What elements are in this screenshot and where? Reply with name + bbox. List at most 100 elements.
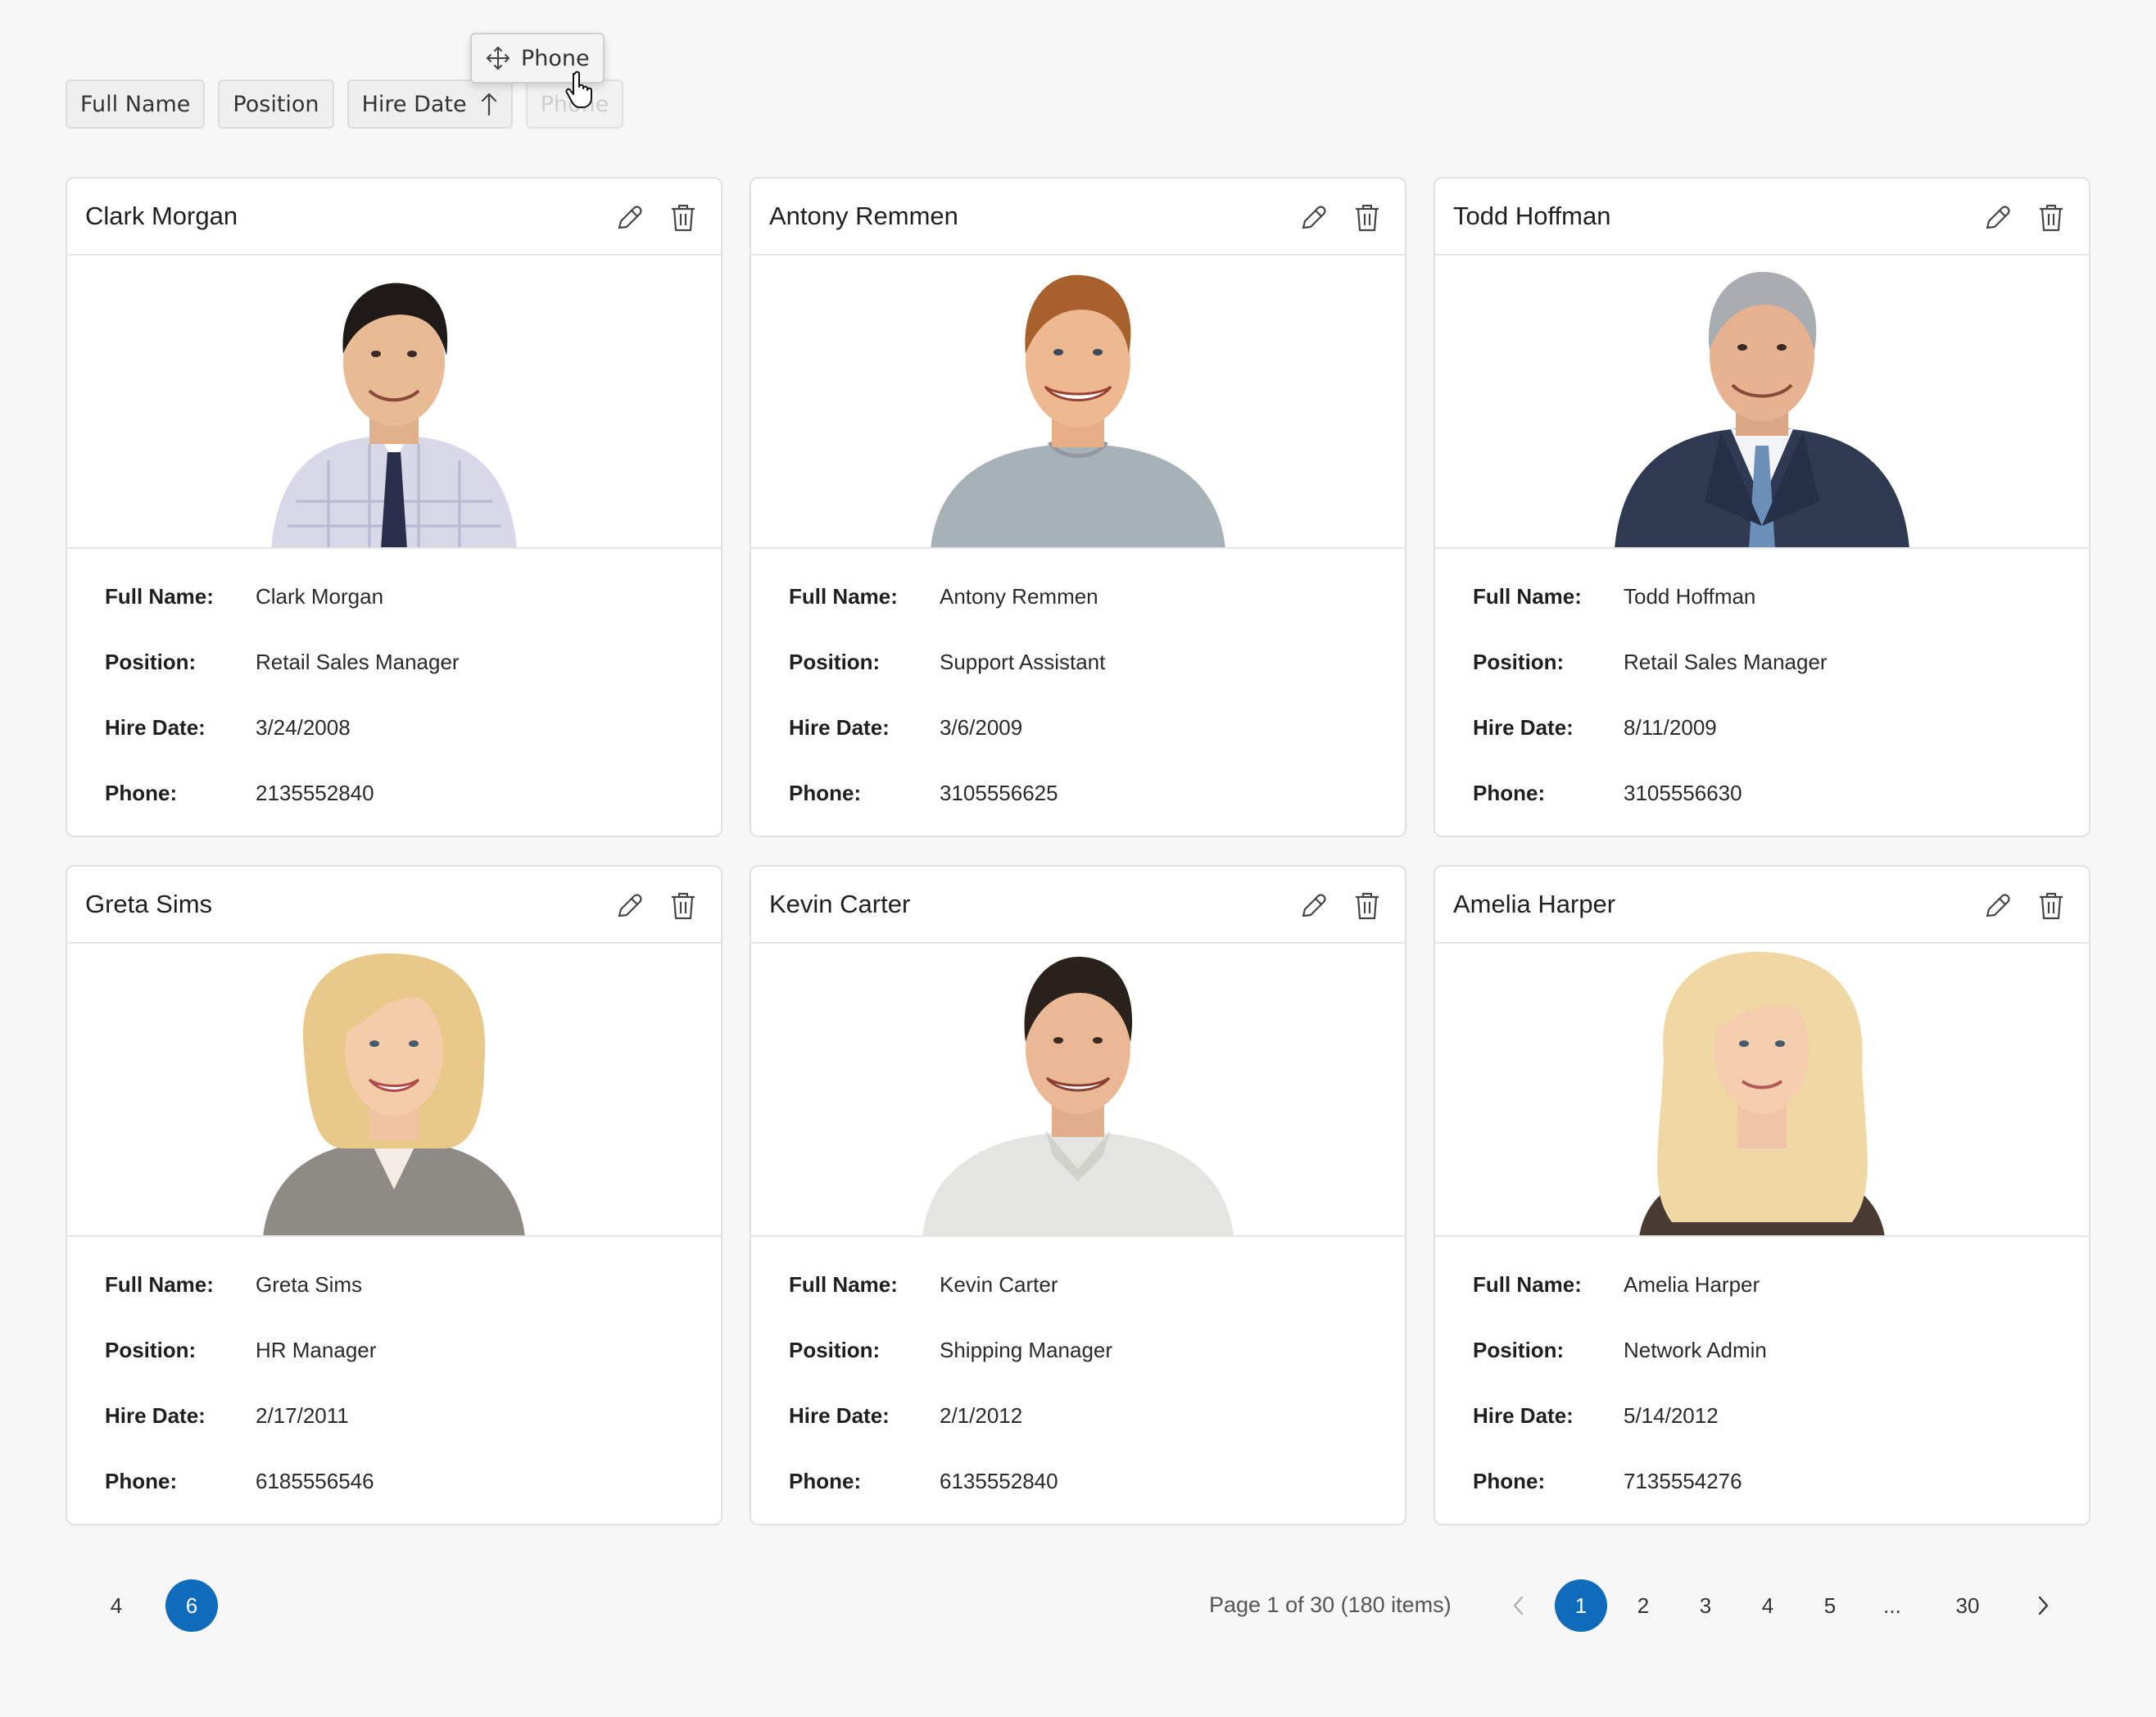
field-row-hire-date: Hire Date: 8/11/2009 [1473,695,2072,760]
field-row-phone: Phone: 6135552840 [789,1448,1388,1514]
field-row-phone: Phone: 6185556546 [105,1448,704,1514]
field-label: Hire Date: [789,714,890,740]
field-label: Hire Date: [105,714,206,740]
page-size-option-6[interactable]: 6 [165,1579,218,1632]
chip-label: Full Name [80,91,191,117]
photo-area [751,256,1405,549]
employee-card: Greta Sims Full Name: Greta Sims Positio… [66,865,722,1525]
field-row-full-name: Full Name: Greta Sims [105,1252,704,1317]
card-title: Antony Remmen [769,202,958,230]
field-row-position: Position: Network Admin [1473,1317,2072,1383]
field-label: Hire Date: [789,1402,890,1428]
delete-icon[interactable] [667,202,700,234]
field-value: 3105556625 [940,780,1058,805]
page-button-3[interactable]: 3 [1679,1579,1732,1632]
move-icon [487,47,510,70]
field-value: 6135552840 [940,1468,1058,1493]
edit-icon[interactable] [613,890,645,922]
edit-icon[interactable] [1981,890,2013,922]
field-value: Clark Morgan [256,583,384,609]
prev-page-button[interactable] [1492,1579,1545,1632]
chevron-right-icon [2038,1596,2049,1615]
field-label: Phone: [105,780,178,805]
field-row-hire-date: Hire Date: 3/6/2009 [789,695,1388,760]
field-value: Retail Sales Manager [256,649,460,674]
page-button-1[interactable]: 1 [1555,1579,1607,1632]
field-row-position: Position: HR Manager [105,1317,704,1383]
delete-icon[interactable] [667,890,700,922]
field-label: Position: [789,1337,881,1362]
employee-photo [922,956,1234,1235]
field-label: Full Name: [105,583,214,609]
field-value: 2/1/2012 [940,1402,1023,1428]
field-row-hire-date: Hire Date: 2/17/2011 [105,1383,704,1448]
employee-card: Kevin Carter Full Name: Kevin Carter Pos… [750,865,1406,1525]
field-value: Network Admin [1624,1337,1767,1362]
chip-label: Phone [521,45,590,71]
card-fields: Full Name: Todd Hoffman Position: Retail… [1473,564,2072,826]
field-label: Full Name: [1473,583,1582,609]
edit-icon[interactable] [1297,890,1329,922]
field-row-position: Position: Retail Sales Manager [105,629,704,695]
field-value: 7135554276 [1624,1468,1742,1493]
page-button-4[interactable]: 4 [1742,1579,1794,1632]
employee-card: Amelia Harper Full Name: Amelia Harper P… [1434,865,2090,1525]
field-label: Position: [1473,1337,1565,1362]
field-row-position: Position: Retail Sales Manager [1473,629,2072,695]
employee-card: Todd Hoffman Full Name: Todd Hoffman Pos… [1434,177,2090,837]
delete-icon[interactable] [2035,202,2068,234]
employee-photo [263,953,525,1235]
page-button-5[interactable]: 5 [1804,1579,1856,1632]
field-label: Phone: [1473,1468,1546,1493]
page-size-selector: 4 6 [90,1579,218,1632]
column-chip-full-name[interactable]: Full Name [66,79,206,129]
employee-card: Clark Morgan Full Name: Clark Morgan Pos… [66,177,722,837]
field-row-hire-date: Hire Date: 3/24/2008 [105,695,704,760]
field-label: Position: [789,649,881,674]
field-value: 5/14/2012 [1624,1402,1719,1428]
field-row-full-name: Full Name: Todd Hoffman [1473,564,2072,629]
page-ellipsis[interactable]: ... [1866,1579,1918,1632]
field-value: 2/17/2011 [256,1402,349,1428]
card-fields: Full Name: Amelia Harper Position: Netwo… [1473,1252,2072,1514]
field-value: Greta Sims [256,1271,363,1297]
field-row-position: Position: Support Assistant [789,629,1388,695]
photo-area [751,944,1405,1237]
field-value: 3/6/2009 [940,714,1023,740]
chevron-left-icon [1513,1596,1524,1615]
card-title: Kevin Carter [769,890,911,918]
pager: 1 2 3 4 5 ... 30 [1492,1579,2069,1632]
column-chip-position[interactable]: Position [218,79,334,129]
employee-card: Antony Remmen Full Name: Antony Remmen P… [750,177,1406,837]
edit-icon[interactable] [613,202,645,234]
edit-icon[interactable] [1981,202,2013,234]
field-value: 8/11/2009 [1624,714,1717,740]
edit-icon[interactable] [1297,202,1329,234]
field-row-full-name: Full Name: Amelia Harper [1473,1252,2072,1317]
employee-photo [271,283,517,547]
field-label: Hire Date: [105,1402,206,1428]
field-row-phone: Phone: 2135552840 [105,760,704,826]
card-header: Kevin Carter [751,867,1405,944]
next-page-button[interactable] [2017,1579,2069,1632]
photo-area [67,944,721,1237]
page-size-option-4[interactable]: 4 [90,1579,143,1632]
pager-summary: Page 1 of 30 (180 items) [1209,1592,1452,1617]
field-label: Position: [1473,649,1565,674]
field-row-full-name: Full Name: Clark Morgan [105,564,704,629]
page-button-2[interactable]: 2 [1617,1579,1669,1632]
employee-photo [931,274,1225,547]
page-button-30[interactable]: 30 [1928,1579,2007,1632]
chip-label: Hire Date [361,91,467,117]
hand-cursor-icon [565,70,592,108]
field-label: Full Name: [105,1271,214,1297]
sort-ascending-icon[interactable] [480,92,498,116]
column-chip-hire-date[interactable]: Hire Date [346,79,513,129]
field-label: Full Name: [789,1271,898,1297]
field-row-hire-date: Hire Date: 2/1/2012 [789,1383,1388,1448]
field-value: 2135552840 [256,780,374,805]
delete-icon[interactable] [2035,890,2068,922]
delete-icon[interactable] [1351,202,1384,234]
card-header: Clark Morgan [67,179,721,256]
delete-icon[interactable] [1351,890,1384,922]
